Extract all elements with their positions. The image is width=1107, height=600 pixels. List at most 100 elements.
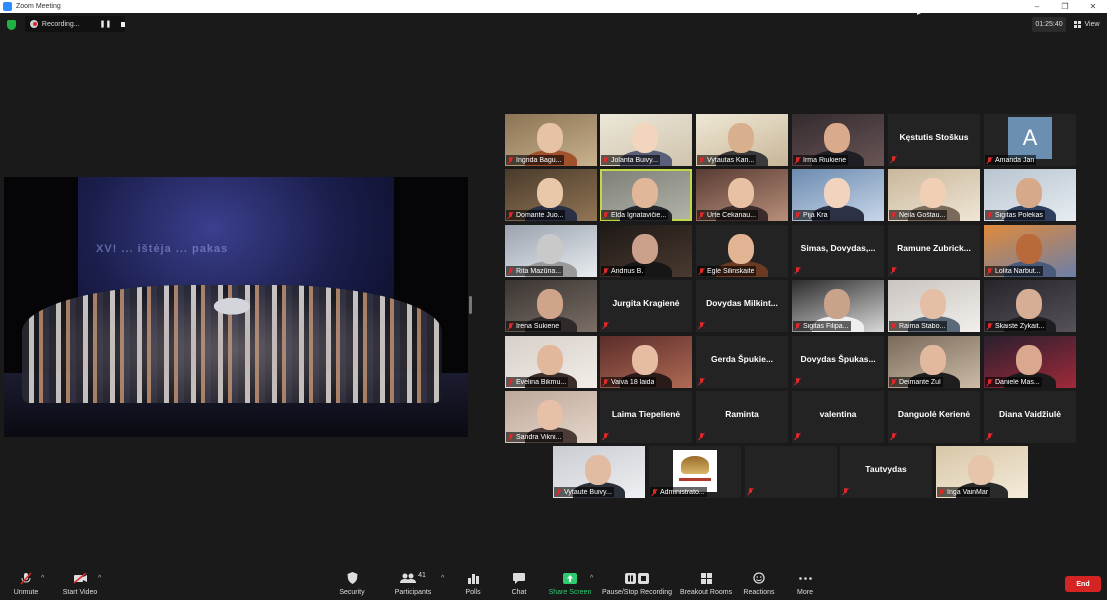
unmute-button[interactable]: Unmute: [12, 571, 40, 599]
participant-video-face: [632, 234, 658, 264]
participant-tile[interactable]: Skaistė Zykait...: [984, 280, 1076, 332]
chat-button[interactable]: Chat: [509, 571, 529, 599]
participant-tile[interactable]: Andrius B.: [600, 225, 692, 277]
grid-view-icon: [1074, 21, 1082, 28]
participant-tile[interactable]: Tautvydas: [840, 446, 932, 498]
participant-tile[interactable]: Dovydas Špukas...: [792, 336, 884, 388]
polls-button[interactable]: Polls: [462, 571, 484, 599]
participant-tile[interactable]: Sigitas Polekas: [984, 169, 1076, 221]
audio-options-chevron-icon[interactable]: ^: [41, 575, 44, 582]
muted-mic-icon: [891, 267, 896, 274]
participant-tile[interactable]: Domantė Juo...: [505, 169, 597, 221]
participant-tile[interactable]: Rita Mazūna...: [505, 225, 597, 277]
participant-tile[interactable]: Raima Štabo...: [888, 280, 980, 332]
participant-tile[interactable]: Danielė Mas...: [984, 336, 1076, 388]
participant-name-center: Diana Vaidžiulė: [999, 409, 1061, 419]
participant-tile[interactable]: Deimantė Zul: [888, 336, 980, 388]
meeting-toolbar: Unmute ^ Start Video ^ Security 41 Parti…: [0, 566, 1107, 600]
participant-tile[interactable]: Raminta: [696, 391, 788, 443]
participant-tile[interactable]: Vaiva 18 laida: [600, 336, 692, 388]
video-options-chevron-icon[interactable]: ^: [98, 575, 101, 582]
end-meeting-button[interactable]: End: [1065, 576, 1101, 592]
muted-mic-icon: [795, 156, 800, 164]
reactions-button[interactable]: Reactions: [743, 571, 775, 599]
participant-tile[interactable]: Vytautė Buivy...: [553, 446, 645, 498]
share-screen-label: Share Screen: [548, 589, 592, 596]
view-button[interactable]: View: [1070, 17, 1104, 32]
participant-tile[interactable]: Neila Goštau...: [888, 169, 980, 221]
participant-tile[interactable]: Jolanta Buivy...: [600, 114, 692, 166]
panel-splitter-handle[interactable]: [469, 296, 472, 314]
muted-mic-icon: [987, 156, 992, 164]
muted-mic-icon: [508, 322, 513, 330]
pause-stop-recording-button[interactable]: Pause/Stop Recording: [602, 571, 672, 599]
participant-tile[interactable]: Urtė Čekanau...: [696, 169, 788, 221]
participant-tile[interactable]: Sigitas Filipa...: [792, 280, 884, 332]
participants-button[interactable]: 41 Participants: [393, 571, 433, 599]
participant-tile[interactable]: Administrato...: [649, 446, 741, 498]
participant-tile[interactable]: Dovydas Milkint...: [696, 280, 788, 332]
share-options-chevron-icon[interactable]: ^: [590, 575, 593, 582]
participant-name: Vaiva 18 laida: [611, 378, 655, 386]
security-shield-icon[interactable]: [7, 20, 16, 30]
participant-nametag: Neila Goštau...: [889, 210, 948, 220]
participant-tile[interactable]: Kęstutis Stoškus: [888, 114, 980, 166]
meeting-timer: 01:25:40: [1032, 17, 1066, 32]
close-button[interactable]: ✕: [1079, 0, 1107, 13]
participant-tile[interactable]: Pija Kra: [792, 169, 884, 221]
recording-indicator: Recording... ❚❚: [25, 16, 125, 32]
start-video-button[interactable]: Start Video: [60, 571, 100, 599]
pause-recording-icon[interactable]: ❚❚: [100, 20, 112, 28]
participant-tile[interactable]: Evelina Bikmu...: [505, 336, 597, 388]
zoom-app-icon: [3, 2, 12, 11]
participant-tile[interactable]: Diana Vaidžiulė: [984, 391, 1076, 443]
participant-tile[interactable]: Gerda Špukie...: [696, 336, 788, 388]
participant-name-center: Raminta: [725, 409, 759, 419]
participant-name: Inga VainMar: [947, 488, 989, 496]
participant-nametag: Raima Štabo...: [889, 321, 948, 331]
participant-name: Pija Kra: [803, 211, 828, 219]
participant-video-face: [1016, 345, 1042, 375]
share-screen-button[interactable]: Share Screen: [549, 571, 591, 599]
participant-tile[interactable]: Eglė Silinskaitė: [696, 225, 788, 277]
participant-tile[interactable]: Irma Riukienė: [792, 114, 884, 166]
more-button[interactable]: More: [795, 571, 815, 599]
participants-options-chevron-icon[interactable]: ^: [441, 575, 444, 582]
participant-name: Irma Riukienė: [803, 156, 847, 164]
participant-tile[interactable]: Vytautas Kan...: [696, 114, 788, 166]
participant-nametag: Irena Šukienė: [506, 321, 562, 331]
restore-button[interactable]: ❐: [1051, 0, 1079, 13]
participant-nametag: Eglė Silinskaitė: [697, 266, 757, 276]
participant-tile[interactable]: Sandra Vikni...: [505, 391, 597, 443]
participant-nametag: Irma Riukienė: [793, 155, 849, 165]
breakout-rooms-button[interactable]: Breakout Rooms: [680, 571, 732, 599]
participant-tile[interactable]: Danguolė Kerienė: [888, 391, 980, 443]
participant-name: Raima Štabo...: [899, 322, 946, 330]
participant-video-face: [537, 234, 563, 264]
participant-tile[interactable]: Ingrida Bagu...: [505, 114, 597, 166]
reactions-smiley-icon: [753, 571, 765, 585]
participant-tile[interactable]: [745, 446, 837, 498]
participant-tile[interactable]: Inga VainMar: [936, 446, 1028, 498]
participant-tile[interactable]: A Amanda Jan: [984, 114, 1076, 166]
participant-tile[interactable]: Elda Ignatavičie...: [600, 169, 692, 221]
participant-tile[interactable]: Jurgita Kragienė: [600, 280, 692, 332]
minimize-button[interactable]: –: [1023, 0, 1051, 13]
more-dots-icon: [798, 571, 812, 585]
participant-tile[interactable]: Ramune Zubrick...: [888, 225, 980, 277]
security-button[interactable]: Security: [337, 571, 367, 599]
participant-tile[interactable]: Simas, Dovydas,...: [792, 225, 884, 277]
participant-name-center: Jurgita Kragienė: [612, 298, 680, 308]
stop-recording-icon[interactable]: [121, 21, 125, 27]
participant-name-center: Ramune Zubrick...: [897, 243, 971, 253]
participant-nametag: Ingrida Bagu...: [506, 155, 564, 165]
participant-tile[interactable]: Irena Šukienė: [505, 280, 597, 332]
shared-screen: XV! ... ištėja ... pakas: [4, 177, 468, 437]
participant-tile[interactable]: valentina: [792, 391, 884, 443]
participant-tile[interactable]: Lolita Narbut...: [984, 225, 1076, 277]
participant-nametag: Inga VainMar: [937, 487, 991, 497]
participant-tile[interactable]: Laima Tiepelienė: [600, 391, 692, 443]
participant-name: Evelina Bikmu...: [516, 378, 567, 386]
participant-name: Deimantė Zul: [899, 378, 941, 386]
participant-name: Irena Šukienė: [516, 322, 560, 330]
